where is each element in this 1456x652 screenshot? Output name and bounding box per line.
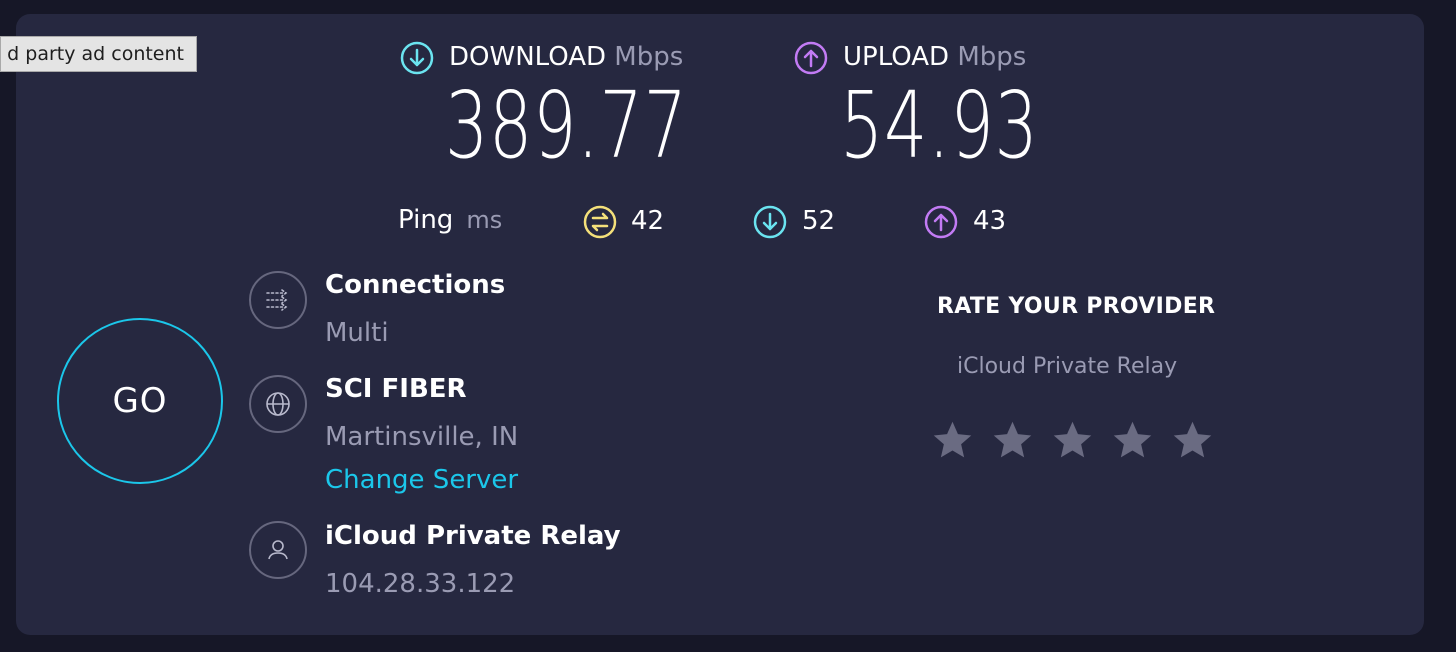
connections-icon[interactable] [249, 271, 307, 329]
upload-arrow-icon [794, 41, 828, 75]
ping-upload-icon [924, 205, 958, 239]
go-button[interactable]: GO [57, 318, 223, 484]
star-1-icon[interactable] [930, 418, 975, 463]
ping-idle-value: 42 [631, 206, 665, 236]
rate-provider-name: iCloud Private Relay [957, 354, 1178, 379]
results-panel [16, 14, 1424, 635]
provider-ip: 104.28.33.122 [325, 569, 516, 599]
star-3-icon[interactable] [1050, 418, 1095, 463]
download-speed-value: 389.77 [445, 72, 688, 179]
change-server-link[interactable]: Change Server [325, 465, 518, 495]
upload-speed-value: 54.93 [840, 72, 1039, 179]
download-heading: DOWNLOAD Mbps [449, 42, 683, 72]
ping-upload-value: 43 [973, 206, 1007, 236]
ad-tooltip: d party ad content [0, 36, 197, 72]
star-2-icon[interactable] [990, 418, 1035, 463]
connections-title: Connections [325, 270, 506, 300]
ping-unit: ms [466, 206, 503, 234]
download-label: DOWNLOAD [449, 42, 607, 72]
go-button-label: GO [112, 381, 168, 421]
ping-idle-icon [583, 205, 617, 239]
globe-icon[interactable] [249, 375, 307, 433]
provider-name: iCloud Private Relay [325, 521, 621, 551]
upload-heading: UPLOAD Mbps [843, 42, 1026, 72]
rate-provider-title: RATE YOUR PROVIDER [937, 294, 1216, 319]
star-4-icon[interactable] [1110, 418, 1155, 463]
connections-value: Multi [325, 318, 389, 348]
upload-unit: Mbps [957, 42, 1027, 72]
download-unit: Mbps [614, 42, 684, 72]
user-icon[interactable] [249, 521, 307, 579]
ping-download-value: 52 [802, 206, 836, 236]
star-rating [930, 418, 1215, 463]
ping-label: Ping [398, 205, 454, 235]
ping-download-icon [753, 205, 787, 239]
server-name: SCI FIBER [325, 374, 467, 404]
download-arrow-icon [400, 41, 434, 75]
star-5-icon[interactable] [1170, 418, 1215, 463]
ping-heading: Ping ms [398, 205, 502, 235]
upload-label: UPLOAD [843, 42, 950, 72]
server-location: Martinsville, IN [325, 422, 519, 452]
